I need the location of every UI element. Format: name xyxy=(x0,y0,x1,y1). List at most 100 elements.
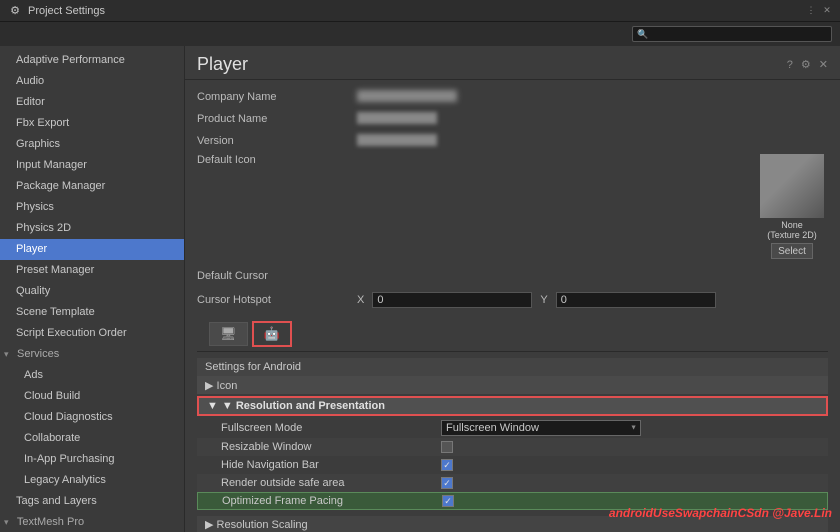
render-safe-area-label: Render outside safe area xyxy=(221,477,441,489)
close-icon[interactable]: ✕ xyxy=(822,6,832,16)
sidebar-item-scene-template[interactable]: Scene Template xyxy=(0,302,184,323)
x-label: X xyxy=(357,294,364,306)
sidebar-item-collaborate[interactable]: Collaborate xyxy=(0,428,184,449)
sidebar-item-graphics[interactable]: Graphics xyxy=(0,134,184,155)
page-title: Player xyxy=(197,54,248,75)
resolution-scaling-label: ▶ Resolution Scaling xyxy=(205,518,308,531)
sidebar-item-player[interactable]: Player xyxy=(0,239,184,260)
resizable-window-value xyxy=(441,441,820,453)
sidebar-item-package-manager[interactable]: Package Manager xyxy=(0,176,184,197)
expand-icon-tmp: ▾ xyxy=(4,514,14,531)
fullscreen-mode-row: Fullscreen Mode Fullscreen Window Window… xyxy=(197,418,828,438)
hotspot-y-input[interactable]: 0 xyxy=(556,292,716,308)
none-texture-label: None xyxy=(781,220,803,230)
desktop-icon: 🖥 xyxy=(220,326,237,342)
search-input[interactable] xyxy=(651,29,827,40)
resolution-content: Fullscreen Mode Fullscreen Window Window… xyxy=(197,416,828,512)
default-cursor-label: Default Cursor xyxy=(197,270,357,282)
icon-preview-image xyxy=(760,154,824,218)
resizable-window-row: Resizable Window xyxy=(197,438,828,456)
fullscreen-mode-label: Fullscreen Mode xyxy=(221,422,441,434)
sidebar-item-physics-2d[interactable]: Physics 2D xyxy=(0,218,184,239)
search-icon: 🔍 xyxy=(637,29,648,40)
hide-nav-row: Hide Navigation Bar xyxy=(197,456,828,474)
sidebar-item-quality[interactable]: Quality xyxy=(0,281,184,302)
resolution-header[interactable]: ▼ ▼ Resolution and Presentation xyxy=(197,396,828,416)
optimized-frame-pacing-label: Optimized Frame Pacing xyxy=(222,495,442,507)
sidebar: Adaptive Performance Audio Editor Fbx Ex… xyxy=(0,46,185,532)
player-settings: Company Name Product Name Version xyxy=(185,80,840,532)
company-name-label: Company Name xyxy=(197,91,357,103)
tab-desktop[interactable]: 🖥 xyxy=(209,322,248,346)
cursor-hotspot-label: Cursor Hotspot xyxy=(197,294,357,306)
resizable-window-label: Resizable Window xyxy=(221,441,441,453)
y-label: Y xyxy=(540,294,547,306)
default-icon-label: Default Icon xyxy=(197,154,357,166)
product-name-label: Product Name xyxy=(197,113,357,125)
default-cursor-row: Default Cursor xyxy=(197,267,828,285)
icon-section-row[interactable]: ▶ Icon xyxy=(197,376,828,394)
sidebar-item-ads[interactable]: Ads xyxy=(0,365,184,386)
version-label: Version xyxy=(197,135,357,147)
close-icon[interactable]: ✕ xyxy=(819,58,828,71)
optimized-frame-pacing-value xyxy=(442,495,819,507)
sidebar-item-script-execution-order[interactable]: Script Execution Order xyxy=(0,323,184,344)
hide-nav-value xyxy=(441,459,820,471)
resizable-window-checkbox[interactable] xyxy=(441,441,453,453)
icon-section-label: ▶ Icon xyxy=(205,379,425,392)
select-button[interactable]: Select xyxy=(771,243,813,259)
settings-for-android-label: Settings for Android xyxy=(205,361,301,373)
settings-icon[interactable]: ⚙ xyxy=(801,58,811,71)
settings-for-android-header: Settings for Android xyxy=(197,358,828,376)
hotspot-x-input[interactable]: 0 xyxy=(372,292,532,308)
sidebar-item-textmesh-pro[interactable]: ▾ TextMesh Pro xyxy=(0,512,184,532)
company-name-row: Company Name xyxy=(197,88,828,106)
resolution-arrow: ▼ xyxy=(207,400,218,412)
hide-nav-checkbox[interactable] xyxy=(441,459,453,471)
fullscreen-mode-dropdown[interactable]: Fullscreen Window Windowed Maximized Win… xyxy=(441,420,641,436)
default-icon-row: Default Icon None (Texture 2D) Select xyxy=(197,154,828,259)
platform-tabs: 🖥 🤖 xyxy=(197,317,828,352)
sidebar-item-input-manager[interactable]: Input Manager xyxy=(0,155,184,176)
sidebar-item-preset-manager[interactable]: Preset Manager xyxy=(0,260,184,281)
sidebar-item-adaptive-performance[interactable]: Adaptive Performance xyxy=(0,50,184,71)
optimized-frame-pacing-checkbox[interactable] xyxy=(442,495,454,507)
resolution-scaling-header[interactable]: ▶ Resolution Scaling xyxy=(197,516,828,532)
cursor-hotspot-row: Cursor Hotspot X 0 Y 0 xyxy=(197,291,828,309)
sidebar-item-cloud-diagnostics[interactable]: Cloud Diagnostics xyxy=(0,407,184,428)
main-layout: Adaptive Performance Audio Editor Fbx Ex… xyxy=(0,46,840,532)
search-bar: 🔍 xyxy=(0,22,840,46)
product-name-value xyxy=(357,112,828,127)
company-name-blurred xyxy=(357,90,457,102)
help-icon[interactable]: ? xyxy=(787,59,793,71)
sidebar-item-in-app-purchasing[interactable]: In-App Purchasing xyxy=(0,449,184,470)
window-title: Project Settings xyxy=(28,5,105,17)
company-name-value xyxy=(357,90,828,105)
sidebar-item-services[interactable]: ▾ Services xyxy=(0,344,184,365)
resolution-label: ▼ Resolution and Presentation xyxy=(222,400,385,412)
render-safe-area-checkbox[interactable] xyxy=(441,477,453,489)
content-area: Player ? ⚙ ✕ Company Name Product Name xyxy=(185,46,840,532)
title-bar: ⚙ Project Settings ⋮ ✕ xyxy=(0,0,840,22)
version-blurred xyxy=(357,134,437,146)
sidebar-item-tags-and-layers[interactable]: Tags and Layers xyxy=(0,491,184,512)
content-header: Player ? ⚙ ✕ xyxy=(185,46,840,80)
gear-icon: ⚙ xyxy=(8,4,22,18)
version-row: Version xyxy=(197,132,828,150)
sidebar-item-fbx-export[interactable]: Fbx Export xyxy=(0,113,184,134)
tab-android[interactable]: 🤖 xyxy=(252,321,292,347)
sidebar-item-legacy-analytics[interactable]: Legacy Analytics xyxy=(0,470,184,491)
resolution-subsection: ▼ ▼ Resolution and Presentation Fullscre… xyxy=(197,394,828,514)
sidebar-item-cloud-build[interactable]: Cloud Build xyxy=(0,386,184,407)
render-safe-area-value xyxy=(441,477,820,489)
sidebar-item-audio[interactable]: Audio xyxy=(0,71,184,92)
product-name-row: Product Name xyxy=(197,110,828,128)
search-wrap[interactable]: 🔍 xyxy=(632,26,832,42)
texture-2d-label: (Texture 2D) xyxy=(767,230,817,240)
sidebar-item-physics[interactable]: Physics xyxy=(0,197,184,218)
menu-icon[interactable]: ⋮ xyxy=(806,6,816,16)
android-settings-section: Settings for Android ▶ Icon ▼ ▼ Resoluti… xyxy=(197,358,828,532)
sidebar-item-editor[interactable]: Editor xyxy=(0,92,184,113)
expand-icon: ▾ xyxy=(4,346,14,363)
render-safe-area-row: Render outside safe area xyxy=(197,474,828,492)
